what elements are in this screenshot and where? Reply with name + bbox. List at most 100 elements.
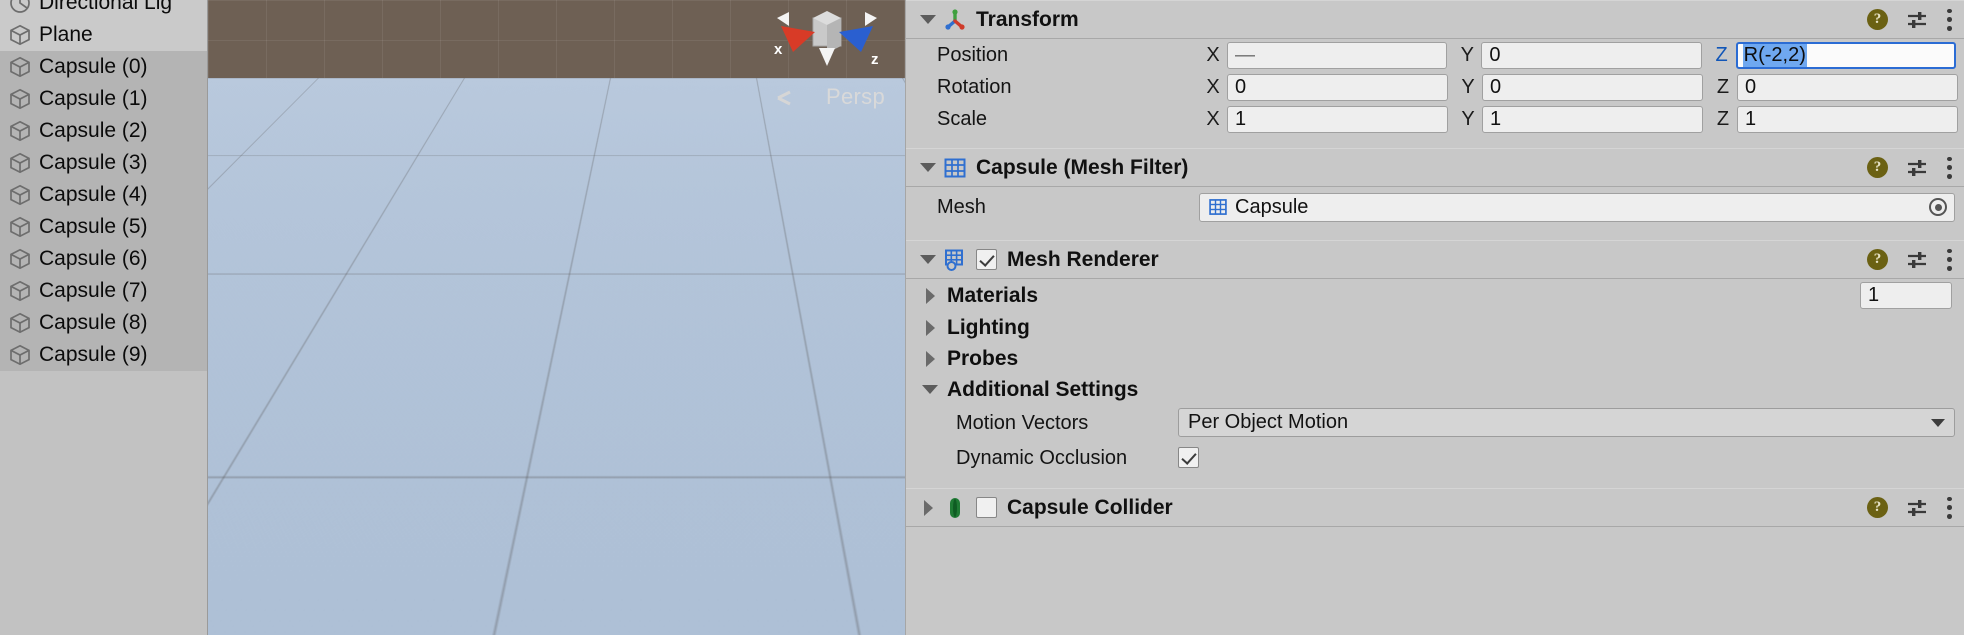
hierarchy-item-label: Plane [39,24,93,47]
scale-x-input[interactable]: 1 [1227,106,1448,133]
light-icon [8,0,32,15]
scene-view[interactable]: x z Persp [208,0,905,635]
hierarchy-item-capsule-9[interactable]: Capsule (9) [0,339,208,371]
rotation-y-axis-label: Y [1454,76,1482,99]
scale-z-input[interactable]: 1 [1737,106,1958,133]
inspector-panel[interactable]: Transform ? Position X — Y 0 Z R(-2,2) R… [905,0,1964,635]
capsule-collider-icon [942,495,968,521]
capsule-collider-enabled-checkbox[interactable] [976,497,997,518]
cube-icon [8,343,32,367]
hierarchy-panel[interactable]: Directional Lig Plane Capsule (0) Capsule (… [0,0,208,635]
rotation-z-input[interactable]: 0 [1737,74,1958,101]
hierarchy-item-capsule-4[interactable]: Capsule (4) [0,179,208,211]
cube-icon [8,183,32,207]
kebab-menu-icon[interactable] [1946,497,1952,519]
rotation-x-input[interactable]: 0 [1227,74,1448,101]
mesh-filter-icon [942,155,968,181]
hierarchy-item-capsule-5[interactable]: Capsule (5) [0,211,208,243]
help-icon[interactable]: ? [1867,9,1888,30]
hierarchy-list[interactable]: Directional Lig Plane Capsule (0) Capsule (… [0,0,208,371]
settings-sliders-icon[interactable] [1906,157,1928,179]
scale-y-input[interactable]: 1 [1482,106,1703,133]
hierarchy-item-capsule-1[interactable]: Capsule (1) [0,83,208,115]
mesh-icon [1208,197,1228,217]
section-additional-settings[interactable]: Additional Settings [906,374,1964,405]
motion-vectors-dropdown[interactable]: Per Object Motion [1178,408,1955,437]
hierarchy-item-capsule-6[interactable]: Capsule (6) [0,243,208,275]
hierarchy-item-label: Capsule (7) [39,280,148,303]
position-z-selected-text: R(-2,2) [1743,44,1807,67]
transform-gizmo-icon [942,7,968,33]
section-materials[interactable]: Materials 1 [906,279,1964,312]
mesh-object-field[interactable]: Capsule [1199,193,1955,222]
foldout-toggle-transform[interactable] [918,10,938,30]
scale-axes: X 1 Y 1 Z 1 [1199,106,1964,133]
position-y-input[interactable]: 0 [1481,42,1701,69]
settings-sliders-icon[interactable] [1906,9,1928,31]
foldout-toggle-mesh-filter[interactable] [918,158,938,178]
dynamic-occlusion-checkbox[interactable] [1178,447,1199,468]
foldout-toggle-materials[interactable] [920,286,940,306]
hierarchy-item-capsule-3[interactable]: Capsule (3) [0,147,208,179]
hierarchy-item-capsule-0[interactable]: Capsule (0) [0,51,208,83]
foldout-toggle-mesh-renderer[interactable] [918,250,938,270]
position-axes: X — Y 0 Z R(-2,2) [1199,42,1964,69]
capsule-object[interactable] [798,198,858,306]
cube-icon [8,119,32,143]
hierarchy-item-capsule-2[interactable]: Capsule (2) [0,115,208,147]
scale-x-axis-label: X [1199,108,1227,131]
component-header-actions: ? [1867,157,1954,179]
hierarchy-item-label: Capsule (5) [39,216,148,239]
persp-toggle-arrow[interactable] [776,90,802,106]
foldout-toggle-probes[interactable] [920,349,940,369]
help-icon[interactable]: ? [1867,497,1888,518]
position-y-axis-label: Y [1453,44,1481,67]
rotation-z-axis-label: Z [1709,76,1737,99]
settings-sliders-icon[interactable] [1906,249,1928,271]
component-header-capsule-collider[interactable]: Capsule Collider ? [906,488,1964,527]
section-label: Additional Settings [947,378,1138,402]
hierarchy-item-plane[interactable]: Plane [0,19,208,51]
component-header-transform[interactable]: Transform ? [906,0,1964,39]
position-label: Position [937,45,1199,65]
section-probes[interactable]: Probes [906,343,1964,374]
position-x-input[interactable]: — [1227,42,1447,69]
kebab-menu-icon[interactable] [1946,249,1952,271]
capsule-object[interactable] [646,297,715,421]
rotation-y-input[interactable]: 0 [1482,74,1703,101]
component-header-mesh-filter[interactable]: Capsule (Mesh Filter) ? [906,148,1964,187]
position-x-axis-label: X [1199,44,1227,67]
section-lighting[interactable]: Lighting [906,312,1964,343]
settings-sliders-icon[interactable] [1906,497,1928,519]
dynamic-occlusion-row: Dynamic Occlusion [906,440,1964,475]
capsule-object[interactable] [365,398,443,538]
hierarchy-item-label: Capsule (3) [39,152,148,175]
hierarchy-item-label: Capsule (9) [39,344,148,367]
scene-orientation-gizmo[interactable]: x z [767,4,887,82]
hierarchy-item-directional-lig[interactable]: Directional Lig [0,0,208,19]
foldout-toggle-capsule-collider[interactable] [918,498,938,518]
hierarchy-item-capsule-7[interactable]: Capsule (7) [0,275,208,307]
kebab-menu-icon[interactable] [1946,157,1952,179]
position-z-input[interactable]: R(-2,2) [1736,42,1956,69]
component-header-mesh-renderer[interactable]: Mesh Renderer ? [906,240,1964,279]
foldout-toggle-additional-settings[interactable] [920,380,940,400]
rotation-label: Rotation [937,77,1199,97]
help-icon[interactable]: ? [1867,157,1888,178]
kebab-menu-icon[interactable] [1946,9,1952,31]
directional-light-gizmo[interactable] [427,88,453,110]
section-label: Probes [947,347,1018,371]
capsule-object[interactable] [470,383,546,519]
hierarchy-item-capsule-8[interactable]: Capsule (8) [0,307,208,339]
mesh-label: Mesh [937,197,1199,217]
object-picker-icon[interactable] [1929,198,1947,216]
help-icon[interactable]: ? [1867,249,1888,270]
section-spacer [906,135,1964,148]
foldout-toggle-lighting[interactable] [920,318,940,338]
component-body-transform: Position X — Y 0 Z R(-2,2) Rotation X 0 … [906,39,1964,148]
mesh-renderer-enabled-checkbox[interactable] [976,249,997,270]
cube-icon [8,151,32,175]
materials-count-field[interactable]: 1 [1860,282,1952,309]
scene-projection-label[interactable]: Persp [826,84,885,110]
rotation-x-axis-label: X [1199,76,1227,99]
